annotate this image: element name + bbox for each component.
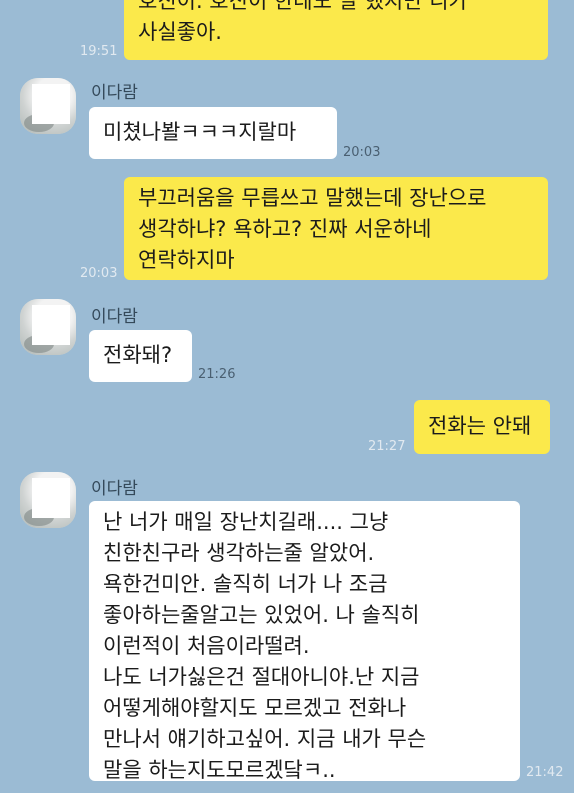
message-bubble-theirs[interactable]: 미쳤나봘ㅋㅋㅋ지랄마: [89, 107, 337, 159]
message-time: 19:51: [80, 44, 118, 59]
message-time: 21:26: [198, 367, 236, 382]
sender-name: 이다람: [91, 307, 138, 327]
message-bubble-theirs[interactable]: 전화돼?: [89, 330, 192, 382]
avatar-mask: [32, 84, 70, 124]
message-bubble-mine[interactable]: 부끄러움을 무릅쓰고 말했는데 장난으로 생각하냐? 욕하고? 진짜 서운하네 …: [124, 177, 548, 280]
message-time: 21:27: [368, 439, 406, 454]
sender-name: 이다람: [91, 479, 138, 499]
message-bubble-theirs[interactable]: 난 너가 매일 장난치길래.... 그냥 친한친구라 생각하는줄 알았어. 욕한…: [89, 501, 520, 782]
message-bubble-mine[interactable]: 전화는 안돼: [414, 400, 550, 454]
message-bubble-mine[interactable]: 호진이. 호진이 한테도 말 했지만 니가 사실좋아.: [124, 0, 548, 60]
chat-screen: { "colors": { "background": "#9bbbd4", "…: [0, 0, 574, 793]
contact-avatar[interactable]: [20, 299, 76, 355]
contact-avatar[interactable]: [20, 78, 76, 134]
message-time: 20:03: [343, 145, 381, 160]
contact-avatar[interactable]: [20, 472, 76, 528]
avatar-mask: [32, 478, 70, 518]
message-time: 20:03: [80, 266, 118, 281]
sender-name: 이다람: [91, 83, 138, 103]
message-time: 21:42: [526, 765, 564, 780]
avatar-mask: [32, 305, 70, 345]
